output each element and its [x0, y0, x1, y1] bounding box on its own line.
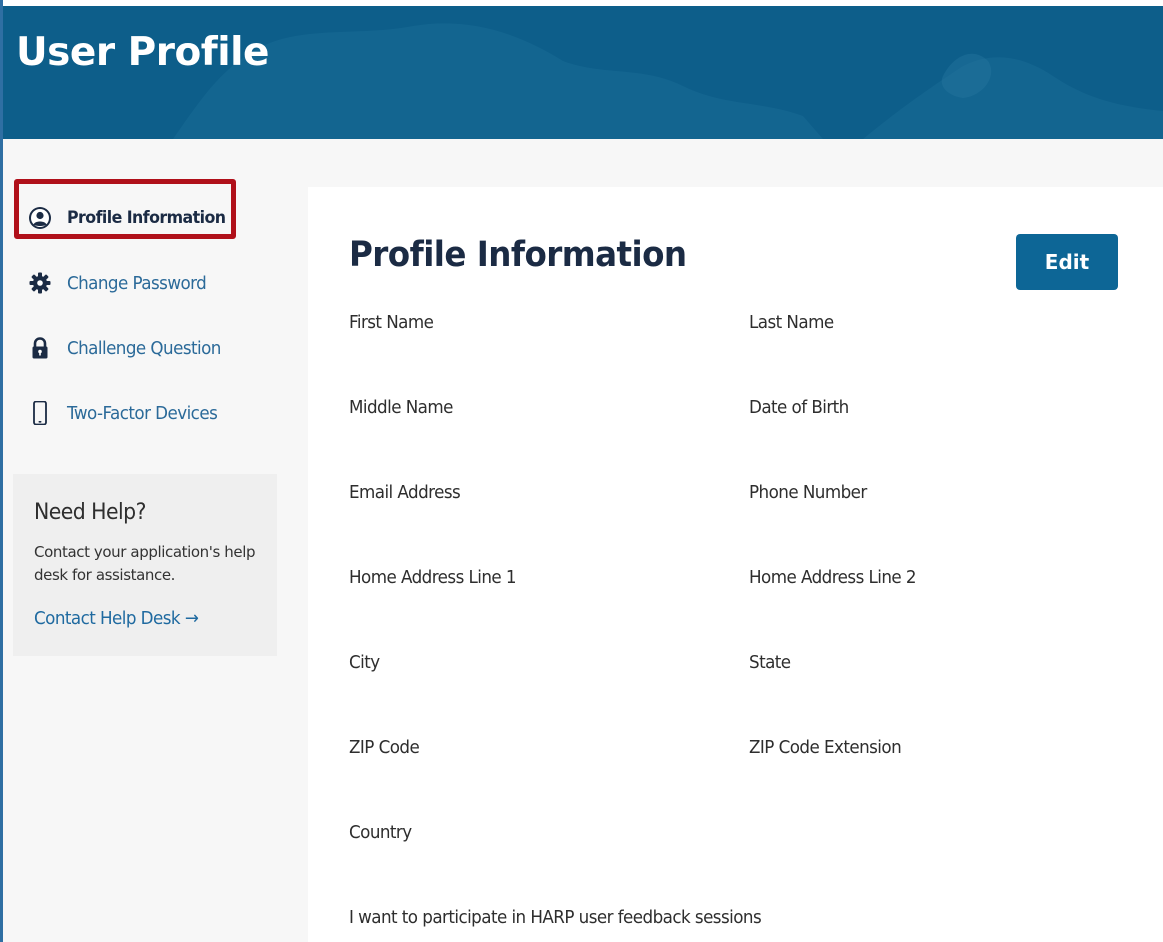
first-name-label: First Name: [349, 312, 434, 333]
sidebar-item-challenge-question[interactable]: Challenge Question: [14, 326, 279, 370]
state-label: State: [749, 652, 791, 673]
middle-name-label: Middle Name: [349, 397, 453, 418]
sidebar-item-change-password[interactable]: Change Password: [14, 261, 279, 305]
help-panel: Need Help? Contact your application's he…: [13, 474, 277, 656]
sidebar-item-label: Challenge Question: [67, 337, 221, 359]
sidebar-item-two-factor-devices[interactable]: Two-Factor Devices: [14, 391, 279, 435]
feedback-sessions-label: I want to participate in HARP user feedb…: [349, 907, 762, 928]
section-title: Profile Information: [349, 235, 687, 275]
city-label: City: [349, 652, 380, 673]
date-of-birth-label: Date of Birth: [749, 397, 849, 418]
lock-icon: [32, 337, 48, 359]
phone-number-label: Phone Number: [749, 482, 867, 503]
home-address-line-1-label: Home Address Line 1: [349, 567, 517, 588]
mobile-phone-icon: [33, 401, 47, 425]
email-address-label: Email Address: [349, 482, 461, 503]
profile-information-panel: Profile Information Edit First Name Last…: [308, 187, 1163, 942]
active-item-highlight: [14, 179, 236, 239]
home-address-line-2-label: Home Address Line 2: [749, 567, 917, 588]
edit-button[interactable]: Edit: [1016, 234, 1118, 290]
zip-code-label: ZIP Code: [349, 737, 420, 758]
help-text: Contact your application's help desk for…: [34, 543, 256, 584]
country-label: Country: [349, 822, 412, 843]
sidebar-item-label: Change Password: [67, 272, 207, 294]
help-title: Need Help?: [34, 500, 146, 525]
contact-help-desk-link[interactable]: Contact Help Desk →: [34, 608, 199, 629]
zip-code-extension-label: ZIP Code Extension: [749, 737, 902, 758]
page-title: User Profile: [16, 30, 269, 75]
sidebar-item-label: Two-Factor Devices: [67, 402, 218, 424]
gear-icon: [29, 272, 51, 294]
page-banner: User Profile: [3, 6, 1163, 139]
last-name-label: Last Name: [749, 312, 834, 333]
